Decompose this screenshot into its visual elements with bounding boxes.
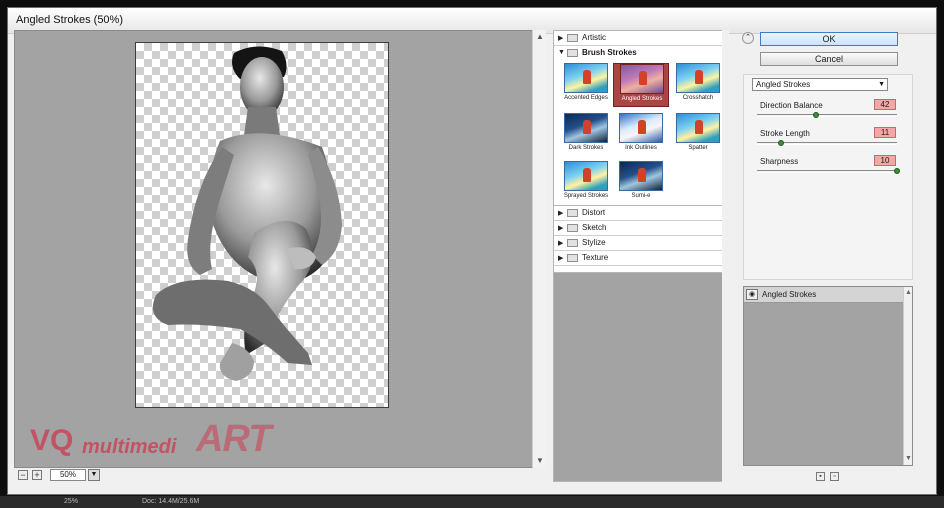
category-label: Stylize [582,238,606,247]
filter-thumb-crosshatch[interactable]: Crosshatch [670,63,726,107]
scroll-up-icon[interactable]: ▲ [536,32,544,41]
thumbnail-label: Crosshatch [682,95,714,101]
status-zoom: 25% [64,498,79,505]
scroll-down-icon[interactable]: ▼ [905,455,912,462]
category-stylize[interactable]: ▶ Stylize [554,236,728,251]
thumbnail-label: Angled Strokes [621,96,663,102]
category-label: Brush Strokes [582,48,637,57]
slider-knob[interactable] [894,168,900,174]
filter-thumb-dark-strokes[interactable]: Dark Strokes [558,113,614,157]
thumbnail-label: Spatter [688,145,708,151]
stroke-length-input[interactable]: 11 [874,127,896,138]
scroll-down-icon[interactable]: ▼ [536,456,544,465]
layers-scrollbar[interactable]: ▲ ▼ [903,287,912,465]
folder-icon [567,209,578,217]
thumbnail-image [564,63,608,93]
filter-thumb-angled-strokes[interactable]: Angled Strokes [613,63,669,107]
category-label: Artistic [582,33,606,42]
filter-thumb-sumi-e[interactable]: Sumi-e [613,161,669,205]
filter-gallery-panel: ▶ Artistic ▼ Brush Strokes Accented Edge… [553,30,729,206]
sharpness-slider[interactable] [757,168,900,174]
sharpness-label: Sharpness [760,157,799,166]
effect-layer-label: Angled Strokes [762,290,817,299]
category-artistic[interactable]: ▶ Artistic [554,31,728,46]
folder-icon [567,254,578,262]
cancel-button[interactable]: Cancel [760,52,898,66]
filter-thumb-accented-edges[interactable]: Accented Edges [558,63,614,107]
folder-icon [567,34,578,42]
category-brush-strokes[interactable]: ▼ Brush Strokes [554,46,728,61]
thumbnail-image [564,161,608,191]
thumbnail-label: Sprayed Strokes [563,193,609,199]
direction-balance-input[interactable]: 42 [874,99,896,110]
thumbnail-label: Dark Strokes [568,145,604,151]
status-doc-size: Doc: 14.4M/25.6M [142,498,200,505]
ok-button[interactable]: OK [760,32,898,46]
expand-arrow-icon[interactable]: ▶ [558,239,563,247]
stroke-length-slider[interactable] [757,140,897,146]
thumbnail-image [620,64,664,94]
collapse-arrow-icon[interactable]: ▼ [558,49,565,56]
slider-knob[interactable] [777,140,784,146]
folder-icon [567,239,578,247]
folder-icon [567,49,578,57]
preview-vertical-scrollbar[interactable]: ▲ ▼ [532,30,546,468]
scroll-up-icon[interactable]: ▲ [905,289,912,296]
filter-select[interactable]: Angled Strokes ▼ [752,78,888,91]
watermark-vq: VQ [30,424,74,457]
gallery-scrollbar[interactable] [722,30,729,482]
dropdown-arrow-icon[interactable]: ▼ [878,79,885,90]
expand-arrow-icon[interactable]: ▶ [558,254,563,262]
expand-arrow-icon[interactable]: ▶ [558,34,563,42]
direction-balance-label: Direction Balance [760,101,823,110]
thumbnail-label: Ink Outlines [625,145,657,151]
expand-arrow-icon[interactable]: ▶ [558,224,563,232]
category-label: Distort [582,208,606,217]
category-label: Texture [582,253,609,262]
preview-canvas [135,42,389,408]
thumbnail-label: Accented Edges [564,95,608,101]
filter-thumb-spatter[interactable]: Spatter [670,113,726,157]
collapse-gallery-icon[interactable]: ⌃ [742,32,754,44]
thumbnail-image [676,63,720,93]
thumbnail-image [676,113,720,143]
gallery-empty-area [553,272,729,482]
thumbnail-image [619,113,663,143]
watermark-multimedi: multimedi [82,436,177,458]
filter-select-value: Angled Strokes [756,80,811,89]
trash-icon[interactable]: ▫ [830,472,839,481]
effect-layer-row[interactable]: ◉ Angled Strokes [744,287,904,303]
thumbnail-image [619,161,663,191]
slider-knob[interactable] [812,112,819,118]
preview-image [152,46,342,381]
filter-thumb-ink-outlines[interactable]: Ink Outlines [613,113,669,157]
watermark-logo: VQ multimedi ART [22,400,282,480]
category-label: Sketch [582,223,607,232]
stroke-length-label: Stroke Length [760,129,810,138]
filter-category-list: ▶ Distort ▶ Sketch ▶ Stylize ▶ Texture [553,206,729,272]
effect-layers-panel [743,286,913,466]
filter-thumb-sprayed-strokes[interactable]: Sprayed Strokes [558,161,614,205]
eye-icon[interactable]: ◉ [746,289,758,300]
thumbnail-label: Sumi-e [631,193,651,199]
watermark-art: ART [196,418,271,460]
thumbnail-image [564,113,608,143]
folder-icon [567,224,578,232]
dialog-title: Angled Strokes (50%) [16,14,123,26]
direction-balance-slider[interactable] [757,112,897,118]
sharpness-input[interactable]: 10 [874,155,896,166]
status-bar: 25% Doc: 14.4M/25.6M [0,496,944,508]
expand-arrow-icon[interactable]: ▶ [558,209,563,217]
category-distort[interactable]: ▶ Distort [554,206,728,221]
category-sketch[interactable]: ▶ Sketch [554,221,728,236]
new-effect-layer-icon[interactable]: ▪ [816,472,825,481]
category-texture[interactable]: ▶ Texture [554,251,728,266]
